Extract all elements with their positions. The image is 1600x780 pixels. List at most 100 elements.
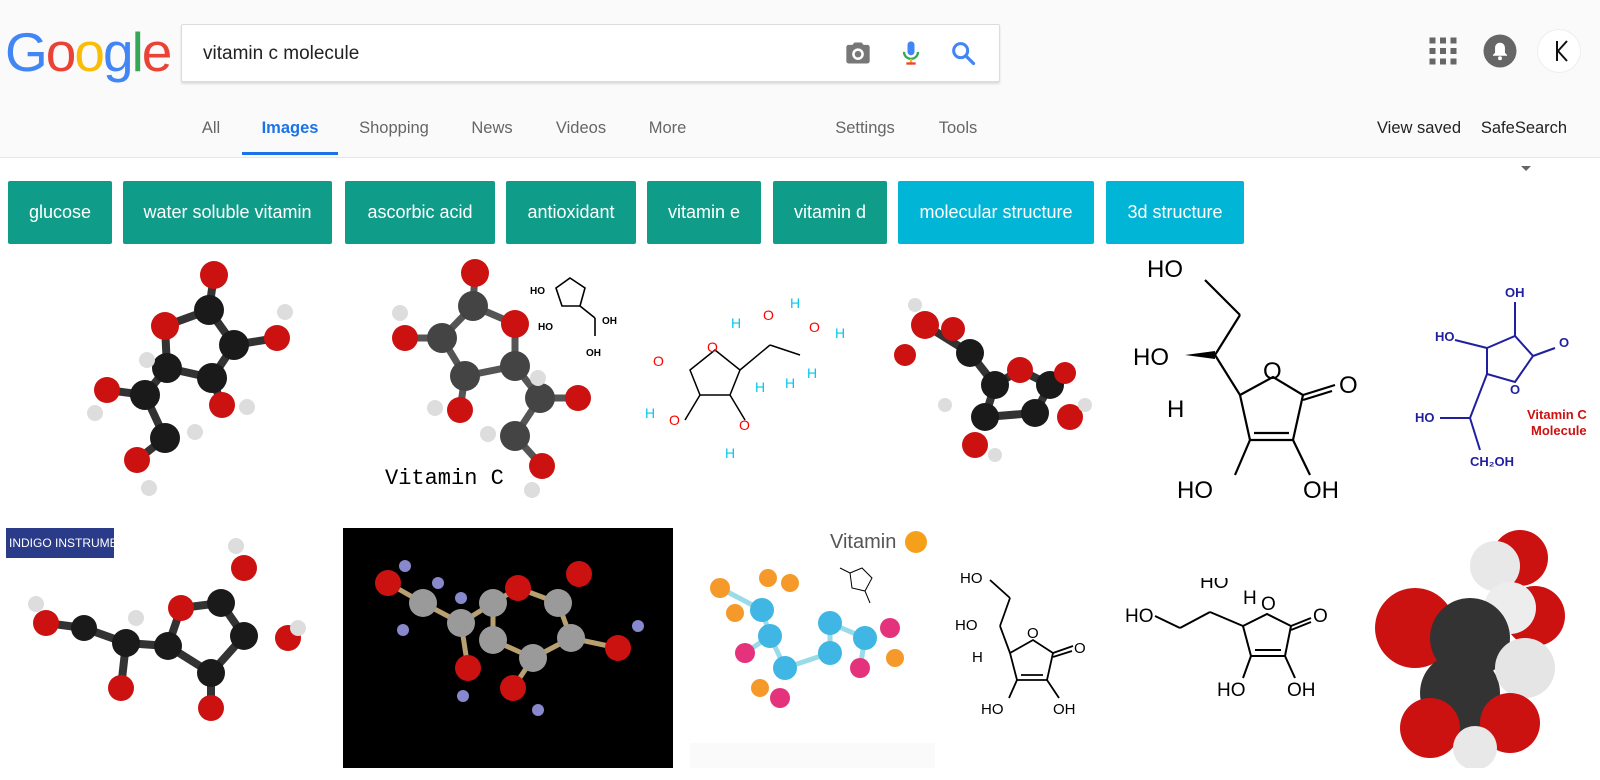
svg-text:O: O [669,412,680,428]
svg-text:Vitamin C: Vitamin C [1527,407,1587,422]
camera-icon[interactable] [844,39,872,67]
svg-text:OH: OH [586,348,601,359]
image-result[interactable]: OO OO OO HH HH HH HH [645,290,870,475]
blue-structure-image: OH HO O O HO CH₂OH Vitamin C Molecule [1415,285,1587,469]
svg-text:OH: OH [1303,477,1339,504]
svg-text:H: H [645,405,655,421]
svg-text:O: O [1027,625,1039,642]
svg-text:O: O [739,417,750,433]
dark-3d-molecule-image [375,560,644,716]
indigo-instruments-image: INDIGO INSTRUMENTS [6,528,306,721]
chip-antioxidant[interactable]: antioxidant [506,181,636,244]
svg-text:CH₂OH: CH₂OH [1470,454,1514,469]
svg-text:H: H [755,379,765,395]
image-result[interactable]: HO HO H O O HO OH [1125,578,1355,718]
svg-text:HO: HO [1125,606,1154,627]
svg-text:Molecule: Molecule [1531,423,1587,438]
svg-text:O: O [653,353,664,369]
svg-text:HO: HO [1217,680,1246,701]
svg-text:H: H [785,375,795,391]
svg-text:H: H [790,295,800,311]
svg-text:HO: HO [1435,329,1455,344]
image-result[interactable]: Vitamin [690,528,935,768]
chip-molecular-structure[interactable]: molecular structure [898,181,1094,244]
svg-text:H: H [1167,396,1184,423]
notifications-bell-icon[interactable] [1482,33,1518,69]
apps-grid-icon[interactable] [1425,33,1461,69]
safesearch-dropdown[interactable]: SafeSearch [1480,108,1568,172]
vitamin-c-3d-image: HO HO OH OH Vitamin C [385,259,617,498]
svg-text:O: O [763,307,774,323]
image-result[interactable]: HO HO H O O HO OH [1125,255,1390,510]
safesearch-label: SafeSearch [1480,119,1568,137]
tab-images[interactable]: Images [242,108,338,155]
search-input[interactable] [201,39,805,69]
tab-more[interactable]: More [645,108,690,154]
tab-shopping[interactable]: Shopping [355,108,433,154]
svg-text:HO: HO [1133,344,1169,371]
chip-water-soluble-vitamin[interactable]: water soluble vitamin [123,181,332,244]
search-icon[interactable] [949,39,977,67]
view-saved-link[interactable]: View saved [1375,108,1463,154]
svg-text:O: O [1510,382,1520,397]
svg-text:HO: HO [955,617,978,634]
svg-text:HO: HO [538,322,553,333]
image-result[interactable]: HO HO H O O HO OH [955,568,1105,728]
svg-text:OH: OH [1505,285,1525,300]
svg-text:O: O [1339,372,1358,399]
image-result[interactable]: OH HO O O HO CH₂OH Vitamin C Molecule [1415,278,1595,478]
header-bar: Google vitamin c molecule All Images Sho… [0,0,1600,172]
skeletal-small-image: HO HO H O O HO OH [955,570,1086,718]
svg-text:H: H [725,445,735,461]
svg-text:HO: HO [530,286,545,297]
tab-videos[interactable]: Videos [552,108,610,154]
svg-text:O: O [809,319,820,335]
svg-text:O: O [1559,335,1569,350]
tab-settings[interactable]: Settings [833,108,897,154]
svg-text:OH: OH [1287,680,1316,701]
logo-letter: o [74,21,105,83]
logo-letter: l [131,21,144,83]
svg-text:HO: HO [1147,256,1183,283]
svg-text:O: O [1261,594,1276,615]
ball-stick-molecule-image [87,261,293,496]
tab-all[interactable]: All [196,108,226,154]
svg-text:O: O [1263,358,1282,385]
image-result[interactable] [1370,528,1595,768]
svg-text:HO: HO [960,570,983,587]
chip-3d-structure[interactable]: 3d structure [1106,181,1244,244]
svg-text:HO: HO [1177,477,1213,504]
image-result[interactable]: HO HO OH OH Vitamin C [380,258,635,510]
search-tabs: All Images Shopping News Videos More Set… [0,108,1600,172]
svg-text:HO: HO [1415,410,1435,425]
indigo-instruments-logo-text: INDIGO INSTRUMENTS [9,536,142,550]
logo-letter: e [141,21,173,83]
chip-glucose[interactable]: glucose [8,181,112,244]
tab-tools[interactable]: Tools [936,108,980,154]
svg-text:HO: HO [1200,578,1229,593]
colorful-vitamin-image: Vitamin [690,531,935,768]
chip-ascorbic-acid[interactable]: ascorbic acid [345,181,495,244]
skeletal-structure-image: HO HO H O O HO OH [1133,256,1358,504]
tab-news[interactable]: News [467,108,517,154]
svg-text:OH: OH [1053,701,1076,718]
svg-text:OH: OH [602,316,617,327]
google-logo[interactable]: Google [5,21,173,83]
image-result[interactable] [67,260,307,510]
microphone-icon[interactable] [897,39,925,67]
avatar[interactable] [1538,30,1580,72]
avatar-k-glyph [1556,40,1568,62]
logo-letter: g [102,21,134,83]
image-result[interactable] [343,528,673,768]
svg-text:O: O [1313,606,1328,627]
space-filling-model-image [1375,530,1565,768]
logo-letter: o [45,21,77,83]
image-result[interactable]: INDIGO INSTRUMENTS [6,528,321,766]
svg-text:H: H [835,325,845,341]
ball-stick-compact-image [894,298,1092,462]
image-result[interactable] [885,295,1100,470]
colored-structure-image: OO OO OO HH HH HH HH [645,295,845,461]
chip-vitamin-d[interactable]: vitamin d [773,181,887,244]
caption-vitamin: Vitamin [830,531,896,553]
chip-vitamin-e[interactable]: vitamin e [647,181,761,244]
